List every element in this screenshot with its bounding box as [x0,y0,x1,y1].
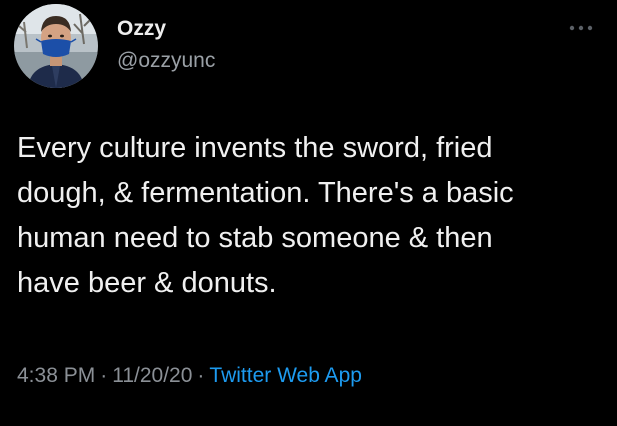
tweet-text: Every culture invents the sword, fried d… [17,126,607,306]
tweet: Ozzy @ozzyunc Every culture invents the … [0,0,617,426]
meta-separator: · [197,364,205,387]
avatar[interactable] [14,4,98,88]
tweet-text-line: human need to stab someone & then [17,222,493,254]
author-handle[interactable]: @ozzyunc [117,50,215,71]
tweet-text-line: have beer & donuts. [17,267,277,299]
ellipsis-icon[interactable] [567,20,595,36]
profile-photo-icon [14,4,98,88]
tweet-date[interactable]: 11/20/20 [112,364,192,387]
tweet-text-line: dough, & fermentation. There's a basic [17,177,514,209]
tweet-text-line: Every culture invents the sword, fried [17,132,493,164]
tweet-meta: 4:38 PM · 11/20/20 · Twitter Web App [17,365,362,386]
meta-separator: · [100,364,108,387]
author-display-name[interactable]: Ozzy [117,18,166,39]
tweet-time[interactable]: 4:38 PM [17,364,95,387]
tweet-source-link[interactable]: Twitter Web App [209,364,362,387]
